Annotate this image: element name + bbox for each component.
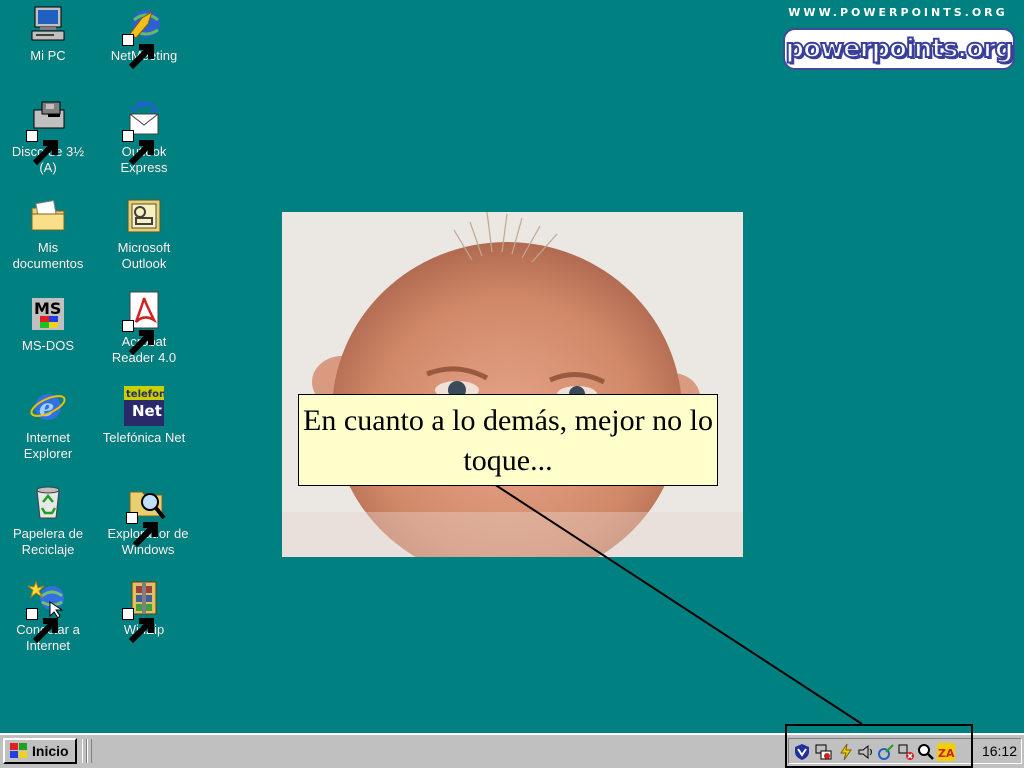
desktop-icon-label: Telefónica Net [102, 430, 186, 445]
zonealarm-icon[interactable]: ZA [937, 743, 955, 761]
desktop-icon-acrobat-reader[interactable]: Acrobat Reader 4.0 [98, 290, 190, 366]
desktop-icon-netmeeting[interactable]: NetMeeting [98, 4, 190, 70]
callout-text: En cuanto a lo demás, mejor no lo toque.… [303, 404, 713, 477]
desktop-icon-recycle-bin[interactable]: Papelera de Reciclaje [2, 482, 94, 558]
acrobat-reader-icon [122, 290, 164, 356]
shortcut-arrow-icon [122, 608, 154, 644]
start-button[interactable]: Inicio [3, 738, 77, 764]
brand-logo: powerpoints.org [783, 28, 1015, 70]
folder-icon [28, 196, 68, 236]
telefonica-net-icon: telefon Net [124, 386, 164, 426]
desktop-icon-windows-explorer[interactable]: Explorador de Windows [102, 482, 194, 558]
search-icon[interactable] [917, 743, 935, 761]
recycle-bin-icon [28, 482, 68, 522]
system-tray: ZA 16:12 [788, 738, 1022, 764]
desktop-icon-floppy-drive[interactable]: Disco de 3½ (A) [2, 100, 94, 176]
zonealarm-icon-text: ZA [938, 747, 955, 760]
shield-icon[interactable] [793, 743, 811, 761]
brand-url-text: WWW.POWERPOINTS.ORG [788, 6, 1008, 19]
desktop-icon-my-computer[interactable]: Mi PC [2, 4, 94, 64]
desktop-icon-ms-dos[interactable]: MS MS-DOS [2, 294, 94, 354]
shortcut-arrow-icon [122, 34, 154, 70]
connect-internet-icon [26, 578, 68, 644]
shortcut-arrow-icon [26, 608, 58, 644]
windows-explorer-icon [126, 482, 168, 548]
telefonica-icon-top-text: telefon [126, 389, 164, 400]
settings-icon[interactable] [897, 743, 915, 761]
internet-explorer-icon: e [28, 386, 68, 426]
link-icon[interactable] [877, 743, 895, 761]
ms-dos-icon: MS [28, 294, 68, 334]
brand-logo-text: powerpoints.org [785, 33, 1015, 65]
desktop-icon-internet-explorer[interactable]: e Internet Explorer [2, 386, 94, 462]
start-button-label: Inicio [32, 743, 69, 759]
ms-dos-icon-text: MS [34, 299, 61, 318]
power-icon[interactable] [837, 743, 855, 761]
floppy-drive-icon [26, 100, 68, 166]
taskbar: Inicio ZA 16:12 [0, 733, 1024, 768]
desktop-icon-my-documents[interactable]: Mis documentos [2, 196, 94, 272]
taskbar-clock[interactable]: 16:12 [982, 743, 1017, 759]
netmeeting-icon [122, 4, 164, 70]
network-icon[interactable] [815, 743, 833, 761]
desktop-icon-connect-internet[interactable]: Conectar a Internet [2, 578, 94, 654]
desktop-icon-label: Internet Explorer [23, 430, 73, 461]
telefonica-icon-bottom-text: Net [132, 402, 162, 420]
desktop-icon-label: MS-DOS [22, 338, 74, 353]
winzip-icon [122, 578, 164, 644]
taskbar-grip[interactable] [87, 739, 92, 763]
desktop-icon-winzip[interactable]: WinZip [98, 578, 190, 644]
desktop-icon-telefonica-net[interactable]: telefon Net Telefónica Net [98, 386, 190, 446]
desktop-icon-microsoft-outlook[interactable]: Microsoft Outlook [98, 196, 190, 272]
desktop-icon-label: Microsoft Outlook [117, 240, 171, 271]
desktop-icon-label: Papelera de Reciclaje [12, 526, 84, 557]
my-computer-icon [28, 4, 68, 44]
shortcut-arrow-icon [26, 130, 58, 166]
shortcut-arrow-icon [122, 130, 154, 166]
shortcut-arrow-icon [122, 320, 154, 356]
desktop-icon-label: Mi PC [30, 48, 66, 63]
shortcut-arrow-icon [126, 512, 158, 548]
desktop-icon-outlook-express[interactable]: Outlook Express [98, 100, 190, 176]
volume-icon[interactable] [857, 743, 875, 761]
callout-box: En cuanto a lo demás, mejor no lo toque.… [298, 394, 718, 486]
baby-face-photo [282, 212, 743, 557]
outlook-express-icon [122, 100, 164, 166]
microsoft-outlook-icon [124, 196, 164, 236]
desktop-icon-label: Mis documentos [12, 240, 84, 271]
windows-logo-icon [10, 743, 27, 758]
